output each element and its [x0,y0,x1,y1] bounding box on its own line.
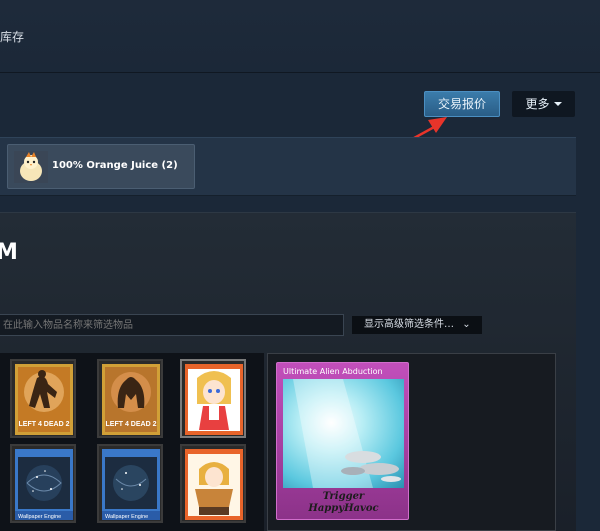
inventory-title-fragment: M [0,240,19,265]
left4dead2-card-art: LEFT 4 DEAD 2 [15,364,73,435]
game-tab-orange-juice[interactable]: 100% Orange Juice (2) [7,144,195,189]
anime-card-art [185,364,243,435]
inventory-item-left4dead2-1[interactable]: LEFT 4 DEAD 2 [10,359,76,438]
caret-down-icon [553,102,562,106]
action-bar [0,73,600,137]
left4dead2-card-art: LEFT 4 DEAD 2 [102,364,160,435]
inventory-item-anime-card-2[interactable] [180,444,246,523]
left4dead2-logo: LEFT 4 DEAD 2 [19,421,70,428]
selected-card-title: Ultimate Alien Abduction [283,367,383,376]
wallpaper-engine-label: Wallpaper Engine [18,514,61,520]
chick-game-icon [14,151,48,183]
advanced-filter-toggle[interactable]: 显示高级筛选条件… ⌄ [352,316,482,334]
item-filter-input[interactable] [0,314,344,336]
logo-line-2: HappyHavoc [308,503,379,514]
anime-card-2-art [185,449,243,520]
wallpaper-card-art: Wallpaper Engine [102,449,160,520]
inventory-item-wallpaper-engine-2[interactable]: Wallpaper Engine [97,444,163,523]
wallpaper-engine-label: Wallpaper Engine [105,514,148,520]
wallpaper-card-art: Wallpaper Engine [15,449,73,520]
alien-abduction-art [283,379,404,488]
more-label: 更多 [525,97,550,111]
trigger-happy-havoc-logo: Trigger HappyHavoc [283,491,404,517]
logo-line-1: Trigger [322,491,365,502]
advanced-filter-label: 显示高级筛选条件… [364,319,454,330]
breadcrumb-inventory[interactable]: 库存 [0,28,24,45]
double-chevron-down-icon: ⌄ [462,319,471,330]
inventory-item-anime-card[interactable] [180,359,246,438]
selected-card-preview: Ultimate Alien Abduction Trigger HappyHa… [276,362,409,520]
trade-offer-button[interactable]: 交易报价 [424,91,500,117]
game-tab-label: 100% Orange Juice (2) [52,160,178,171]
inventory-item-left4dead2-2[interactable]: LEFT 4 DEAD 2 [97,359,163,438]
top-header: 库存 [0,0,600,73]
left4dead2-logo: LEFT 4 DEAD 2 [106,421,157,428]
inventory-item-wallpaper-engine-1[interactable]: Wallpaper Engine [10,444,76,523]
inventory-grid: LEFT 4 DEAD 2 LEFT 4 DEAD 2 Wallpaper En… [0,353,264,531]
more-button[interactable]: 更多 [512,91,575,117]
